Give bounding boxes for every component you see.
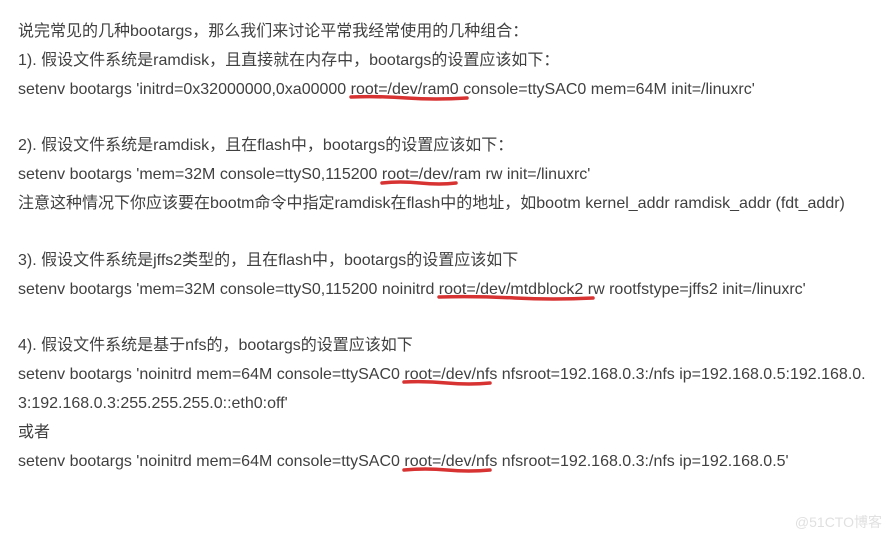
section2-heading: 2). 假设文件系统是ramdisk，且在flash中，bootargs的设置应… — [18, 132, 878, 161]
section2-note: 注意这种情况下你应该要在bootm命令中指定ramdisk在flash中的地址，… — [18, 190, 878, 219]
blank-line — [18, 304, 878, 332]
section4-heading: 4). 假设文件系统是基于nfs的，bootargs的设置应该如下 — [18, 332, 878, 361]
blank-line — [18, 104, 878, 132]
cmd-text: root=/dev/ram0 — [351, 81, 459, 98]
blank-line — [18, 219, 878, 247]
cmd-text: rw rootfstype=jffs2 init=/linuxrc' — [583, 281, 805, 298]
cmd-text: root=/dev/mtdblock2 — [439, 281, 584, 298]
cmd-text: root=/dev/n — [404, 453, 485, 470]
article-body: 说完常见的几种bootargs，那么我们来讨论平常我经常使用的几种组合： 1).… — [18, 18, 878, 476]
cmd-underline-2: root=/dev/ — [382, 166, 454, 183]
section4-cmd1: setenv bootargs 'noinitrd mem=64M consol… — [18, 361, 878, 419]
section1-heading: 1). 假设文件系统是ramdisk，且直接就在内存中，bootargs的设置应… — [18, 47, 878, 76]
intro-text: 说完常见的几种bootargs，那么我们来讨论平常我经常使用的几种组合： — [18, 18, 878, 47]
cmd-text: setenv bootargs 'mem=32M console=ttyS0,1… — [18, 166, 382, 183]
section3-heading: 3). 假设文件系统是jffs2类型的，且在flash中，bootargs的设置… — [18, 247, 878, 276]
cmd-text: console=ttySAC0 mem=64M init=/linuxrc' — [459, 81, 755, 98]
cmd-text: setenv bootargs 'noinitrd mem=64M consol… — [18, 453, 404, 470]
cmd-underline-4: root=/dev/n — [404, 366, 485, 383]
cmd-text: fs nfsroot=192.168.0.3:/nfs ip=192.168.0… — [485, 453, 789, 470]
section2-cmd: setenv bootargs 'mem=32M console=ttyS0,1… — [18, 161, 878, 190]
section4-or: 或者 — [18, 419, 878, 448]
cmd-underline-5: root=/dev/n — [404, 453, 485, 470]
cmd-text: setenv bootargs 'noinitrd mem=64M consol… — [18, 366, 404, 383]
section3-cmd: setenv bootargs 'mem=32M console=ttyS0,1… — [18, 276, 878, 305]
cmd-text: ram rw init=/linuxrc' — [453, 166, 590, 183]
cmd-text: root=/dev/ — [382, 166, 454, 183]
cmd-text: setenv bootargs 'mem=32M console=ttyS0,1… — [18, 281, 439, 298]
cmd-underline-3: root=/dev/mtdblock2 — [439, 281, 584, 298]
cmd-text: setenv bootargs 'initrd=0x32000000,0xa00… — [18, 81, 351, 98]
section4-cmd2: setenv bootargs 'noinitrd mem=64M consol… — [18, 448, 878, 477]
cmd-text: root=/dev/n — [404, 366, 485, 383]
watermark-text: @51CTO博客 — [795, 510, 882, 535]
section1-cmd: setenv bootargs 'initrd=0x32000000,0xa00… — [18, 76, 878, 105]
cmd-underline-1: root=/dev/ram0 — [351, 81, 459, 98]
